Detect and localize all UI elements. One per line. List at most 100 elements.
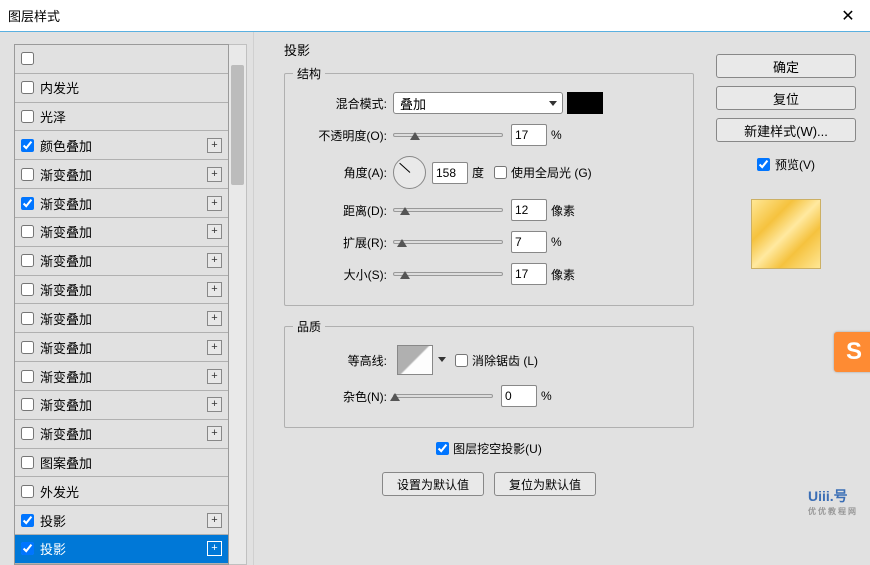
distance-unit: 像素 — [551, 202, 575, 219]
opacity-slider[interactable] — [393, 133, 503, 137]
effect-item[interactable]: 颜色叠加+ — [15, 131, 228, 160]
effect-item[interactable]: 渐变叠加+ — [15, 391, 228, 420]
effect-checkbox[interactable] — [21, 168, 34, 181]
plus-icon[interactable]: + — [207, 340, 222, 355]
shadow-color-swatch[interactable] — [567, 92, 603, 114]
effect-checkbox[interactable] — [21, 341, 34, 354]
preview-checkbox-input[interactable] — [757, 158, 770, 171]
effect-item[interactable]: 渐变叠加 + — [15, 160, 228, 189]
effect-checkbox[interactable] — [21, 427, 34, 440]
close-icon[interactable]: ✕ — [826, 0, 870, 32]
size-input[interactable] — [511, 263, 547, 285]
preview-canvas[interactable] — [751, 199, 821, 269]
effect-label: 渐变叠加 — [40, 338, 92, 357]
knockout-checkbox[interactable]: 图层挖空投影(U) — [436, 440, 542, 457]
preview-checkbox[interactable]: 预览(V) — [716, 156, 856, 173]
plus-icon[interactable]: + — [207, 397, 222, 412]
opacity-row: 不透明度(O): % — [293, 124, 683, 146]
effect-checkbox[interactable] — [21, 456, 34, 469]
quality-legend: 品质 — [293, 318, 325, 335]
scrollbar-thumb[interactable] — [231, 65, 244, 185]
knockout-input[interactable] — [436, 442, 449, 455]
global-light-input[interactable] — [494, 166, 507, 179]
plus-icon[interactable]: + — [207, 369, 222, 384]
effect-checkbox[interactable] — [21, 81, 34, 94]
floating-app-icon[interactable]: S — [834, 332, 870, 372]
effect-checkbox[interactable] — [21, 52, 34, 65]
global-light-checkbox[interactable]: 使用全局光 (G) — [494, 164, 592, 181]
effect-checkbox[interactable] — [21, 514, 34, 527]
distance-label: 距离(D): — [293, 202, 387, 219]
effect-item[interactable]: 外发光 — [15, 477, 228, 506]
blend-mode-dropdown[interactable]: 叠加 — [393, 92, 563, 114]
effect-item[interactable]: 渐变叠加+ — [15, 247, 228, 276]
spread-slider[interactable] — [393, 240, 503, 244]
distance-input[interactable] — [511, 199, 547, 221]
new-style-button[interactable]: 新建样式(W)... — [716, 118, 856, 142]
plus-icon[interactable]: + — [207, 167, 222, 182]
watermark: Uiii.号 优优教程网 — [808, 486, 858, 517]
effect-item[interactable]: 渐变叠加 + — [15, 420, 228, 449]
contour-label: 等高线: — [293, 352, 387, 369]
opacity-input[interactable] — [511, 124, 547, 146]
effect-checkbox[interactable] — [21, 197, 34, 210]
effect-checkbox[interactable] — [21, 485, 34, 498]
effect-label: 渐变叠加 — [40, 424, 92, 443]
effect-checkbox[interactable] — [21, 312, 34, 325]
effect-item[interactable]: 图案叠加 — [15, 449, 228, 478]
plus-icon[interactable]: + — [207, 426, 222, 441]
effect-item[interactable]: 渐变叠加 + — [15, 276, 228, 305]
effect-label: 渐变叠加 — [40, 309, 92, 328]
effect-checkbox[interactable] — [21, 398, 34, 411]
effect-label: 内发光 — [40, 78, 79, 97]
size-unit: 像素 — [551, 266, 575, 283]
cancel-button[interactable]: 复位 — [716, 86, 856, 110]
plus-icon[interactable]: + — [207, 253, 222, 268]
effect-label: 外发光 — [40, 482, 79, 501]
set-default-button[interactable]: 设置为默认值 — [382, 472, 484, 496]
effect-label: 渐变叠加 — [40, 165, 92, 184]
reset-default-button[interactable]: 复位为默认值 — [494, 472, 596, 496]
effect-item[interactable]: 渐变叠加 + — [15, 333, 228, 362]
plus-icon[interactable]: + — [207, 224, 222, 239]
noise-input[interactable] — [501, 385, 537, 407]
effect-checkbox[interactable] — [21, 225, 34, 238]
effect-item[interactable]: 内发光 — [15, 74, 228, 103]
scrollbar[interactable] — [229, 44, 247, 565]
plus-icon[interactable]: + — [207, 196, 222, 211]
angle-dial[interactable] — [393, 156, 426, 189]
effect-checkbox[interactable] — [21, 370, 34, 383]
noise-slider[interactable] — [393, 394, 493, 398]
effect-checkbox[interactable] — [21, 283, 34, 296]
effect-checkbox[interactable] — [21, 110, 34, 123]
effect-item[interactable]: 投影+ — [15, 506, 228, 535]
effect-item[interactable] — [15, 45, 228, 74]
spread-unit: % — [551, 235, 562, 249]
effect-label: 渐变叠加 — [40, 280, 92, 299]
effect-item[interactable]: 渐变叠加 + — [15, 304, 228, 333]
size-slider[interactable] — [393, 272, 503, 276]
plus-icon[interactable]: + — [207, 513, 222, 528]
plus-icon[interactable]: + — [207, 541, 222, 556]
effect-checkbox[interactable] — [21, 254, 34, 267]
ok-button[interactable]: 确定 — [716, 54, 856, 78]
angle-input[interactable] — [432, 162, 468, 184]
effect-item[interactable]: 渐变叠加+ — [15, 362, 228, 391]
plus-icon[interactable]: + — [207, 138, 222, 153]
plus-icon[interactable]: + — [207, 311, 222, 326]
effect-item[interactable]: 渐变叠加+ — [15, 189, 228, 218]
antialias-checkbox[interactable]: 消除锯齿 (L) — [455, 352, 538, 369]
effect-checkbox[interactable] — [21, 139, 34, 152]
contour-row: 等高线: 消除锯齿 (L) — [293, 345, 683, 375]
contour-picker[interactable] — [397, 345, 433, 375]
effect-item[interactable]: 投影+ — [15, 535, 228, 564]
effect-checkbox[interactable] — [21, 542, 34, 555]
effect-item[interactable]: 光泽 — [15, 103, 228, 132]
antialias-input[interactable] — [455, 354, 468, 367]
size-row: 大小(S): 像素 — [293, 263, 683, 285]
default-buttons-row: 设置为默认值 复位为默认值 — [284, 472, 694, 496]
distance-slider[interactable] — [393, 208, 503, 212]
plus-icon[interactable]: + — [207, 282, 222, 297]
effect-item[interactable]: 渐变叠加+ — [15, 218, 228, 247]
spread-input[interactable] — [511, 231, 547, 253]
